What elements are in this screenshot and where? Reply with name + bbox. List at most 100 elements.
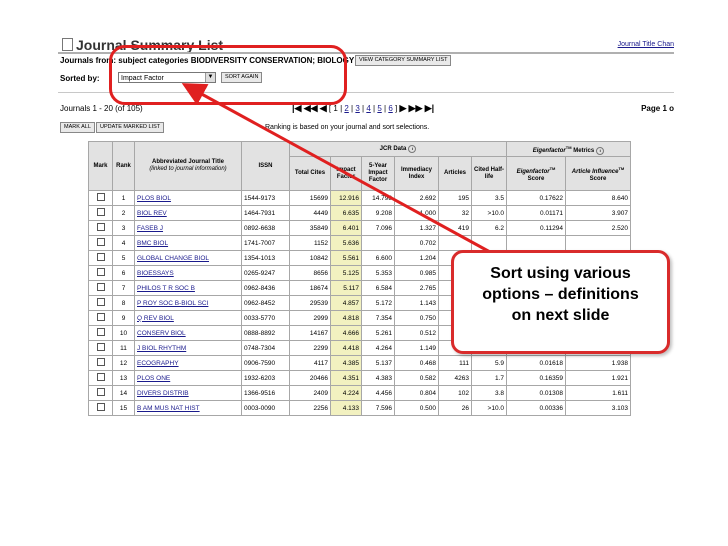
issn-cell: 1932-6203 [241, 370, 290, 386]
pager-page-1[interactable]: 1 [333, 104, 337, 113]
journal-title-change-link[interactable]: Journal Title Chan [618, 41, 674, 48]
mark-checkbox[interactable] [96, 403, 105, 411]
header-mark: Mark [88, 141, 113, 191]
journal-title-link[interactable]: DIVERS DISTRIB [137, 390, 189, 397]
journal-title-cell: PHILOS T R SOC B [134, 280, 242, 296]
header-jcr-data: JCR Data i [289, 141, 507, 157]
ranking-message: Ranking is based on your journal and sor… [265, 124, 430, 131]
pager-page-4[interactable]: 4 [366, 104, 370, 113]
article-influence-cell [565, 235, 631, 251]
mark-checkbox[interactable] [96, 313, 105, 321]
journal-title-link[interactable]: B AM MUS NAT HIST [137, 405, 200, 412]
journal-title-link[interactable]: CONSERV BIOL [137, 330, 186, 337]
article-influence-cell: 1.938 [565, 355, 631, 371]
journal-title-link[interactable]: BMC BIOL [137, 240, 168, 247]
next-page-icon[interactable]: ▶ [399, 103, 406, 113]
five-year-if-cell: 5.261 [361, 325, 395, 341]
table-row: 1 PLOS BIOL 1544-9173 15699 12.916 14.798 2.69… [88, 190, 631, 206]
info-icon[interactable]: i [408, 145, 417, 153]
impact-factor-cell: 4.857 [330, 295, 362, 311]
pager-page-2[interactable]: 2 [344, 104, 348, 113]
header-article-influence-score[interactable]: Article InfluenceTM Score [565, 156, 631, 191]
mark-checkbox[interactable] [96, 283, 105, 291]
header-articles[interactable]: Articles [438, 156, 472, 191]
mark-checkbox[interactable] [96, 208, 105, 216]
mark-checkbox[interactable] [96, 223, 105, 231]
rank-cell: 5 [112, 250, 135, 266]
articles-cell: 111 [438, 355, 472, 371]
impact-factor-cell: 4.666 [330, 325, 362, 341]
journal-title-cell: PLOS ONE [134, 370, 242, 386]
mark-checkbox[interactable] [96, 343, 105, 351]
header-rank: Rank [112, 141, 135, 191]
journal-title-link[interactable]: PHILOS T R SOC B [137, 285, 195, 292]
info-icon[interactable]: i [596, 146, 605, 155]
journals-count: Journals 1 - 20 (of 105) [60, 104, 143, 113]
header-eigenfactor-score[interactable]: EigenfactorTM Score [506, 156, 566, 191]
issn-cell: 0888-8892 [241, 325, 290, 341]
mark-checkbox[interactable] [96, 268, 105, 276]
journal-title-link[interactable]: PLOS ONE [137, 375, 170, 382]
cited-half-life-cell: 3.5 [471, 190, 507, 206]
immediacy-index-cell: 1.204 [394, 250, 439, 266]
journal-title-cell: CONSERV BIOL [134, 325, 242, 341]
header-cited-half-life[interactable]: Cited Half-life [471, 156, 507, 191]
total-cites-cell: 14167 [289, 325, 331, 341]
pager-page-6[interactable]: 6 [388, 104, 392, 113]
table-row: 3 FASEB J 0892-6638 35849 6.401 7.096 1.327 419… [88, 220, 631, 236]
view-category-summary-button[interactable]: VIEW CATEGORY SUMMARY LIST [355, 55, 452, 66]
journal-title-link[interactable]: FASEB J [137, 225, 163, 232]
journal-title-link[interactable]: J BIOL RHYTHM [137, 345, 186, 352]
mark-all-button[interactable]: MARK ALL [60, 122, 95, 133]
header-immediacy-index[interactable]: Immediacy Index [394, 156, 439, 191]
mark-checkbox[interactable] [96, 193, 105, 201]
total-cites-cell: 8656 [289, 265, 331, 281]
rank-cell: 14 [112, 385, 135, 401]
pager-bracket-close: ] [395, 104, 398, 113]
pager-page-3[interactable]: 3 [355, 104, 359, 113]
journal-title-link[interactable]: Q REV BIOL [137, 315, 174, 322]
articles-cell: 26 [438, 400, 472, 416]
mark-cell [88, 220, 113, 236]
mark-checkbox[interactable] [96, 388, 105, 396]
journal-title-link[interactable]: PLOS BIOL [137, 195, 171, 202]
total-cites-cell: 1152 [289, 235, 331, 251]
impact-factor-cell: 12.916 [330, 190, 362, 206]
journal-title-link[interactable]: BIOL REV [137, 210, 167, 217]
next-ten-icon[interactable]: ▶▶ [409, 103, 423, 113]
last-page-icon[interactable]: ▶| [425, 103, 434, 113]
journal-title-link[interactable]: ECOGRAPHY [137, 360, 179, 367]
immediacy-index-cell: 1.149 [394, 340, 439, 356]
journal-title-cell: BMC BIOL [134, 235, 242, 251]
header-total-cites[interactable]: Total Cites [289, 156, 331, 191]
mark-checkbox[interactable] [96, 328, 105, 336]
issn-cell: 1354-1013 [241, 250, 290, 266]
total-cites-cell: 20466 [289, 370, 331, 386]
immediacy-index-cell: 0.468 [394, 355, 439, 371]
update-marked-list-button[interactable]: UPDATE MARKED LIST [96, 122, 165, 133]
mark-checkbox[interactable] [96, 373, 105, 381]
mark-cell [88, 250, 113, 266]
mark-checkbox[interactable] [96, 358, 105, 366]
immediacy-index-cell: 0.500 [394, 400, 439, 416]
five-year-if-cell: 7.096 [361, 220, 395, 236]
journal-title-link[interactable]: BIOESSAYS [137, 270, 174, 277]
issn-cell: 0748-7304 [241, 340, 290, 356]
eigenfactor-score-cell [506, 235, 566, 251]
header-impact-factor[interactable]: Impact Factor [330, 156, 362, 191]
journal-title-cell: BIOESSAYS [134, 265, 242, 281]
mark-checkbox[interactable] [96, 238, 105, 246]
immediacy-index-cell: 2.692 [394, 190, 439, 206]
header-five-year-impact-factor[interactable]: 5-Year Impact Factor [361, 156, 395, 191]
mark-checkbox[interactable] [96, 298, 105, 306]
table-row: 12 ECOGRAPHY 0906-7590 4117 4.385 5.137 0.468 1… [88, 355, 631, 371]
journal-title-link[interactable]: GLOBAL CHANGE BIOL [137, 255, 209, 262]
journal-title-link[interactable]: P ROY SOC B-BIOL SCI [137, 300, 208, 307]
callout-line-3: on next slide [511, 307, 610, 324]
mark-checkbox[interactable] [96, 253, 105, 261]
mark-cell [88, 295, 113, 311]
five-year-if-cell: 9.208 [361, 205, 395, 221]
pager-page-5[interactable]: 5 [377, 104, 381, 113]
five-year-if-cell: 7.354 [361, 310, 395, 326]
header-title: Abbreviated Journal Title (linked to jour… [134, 141, 242, 191]
